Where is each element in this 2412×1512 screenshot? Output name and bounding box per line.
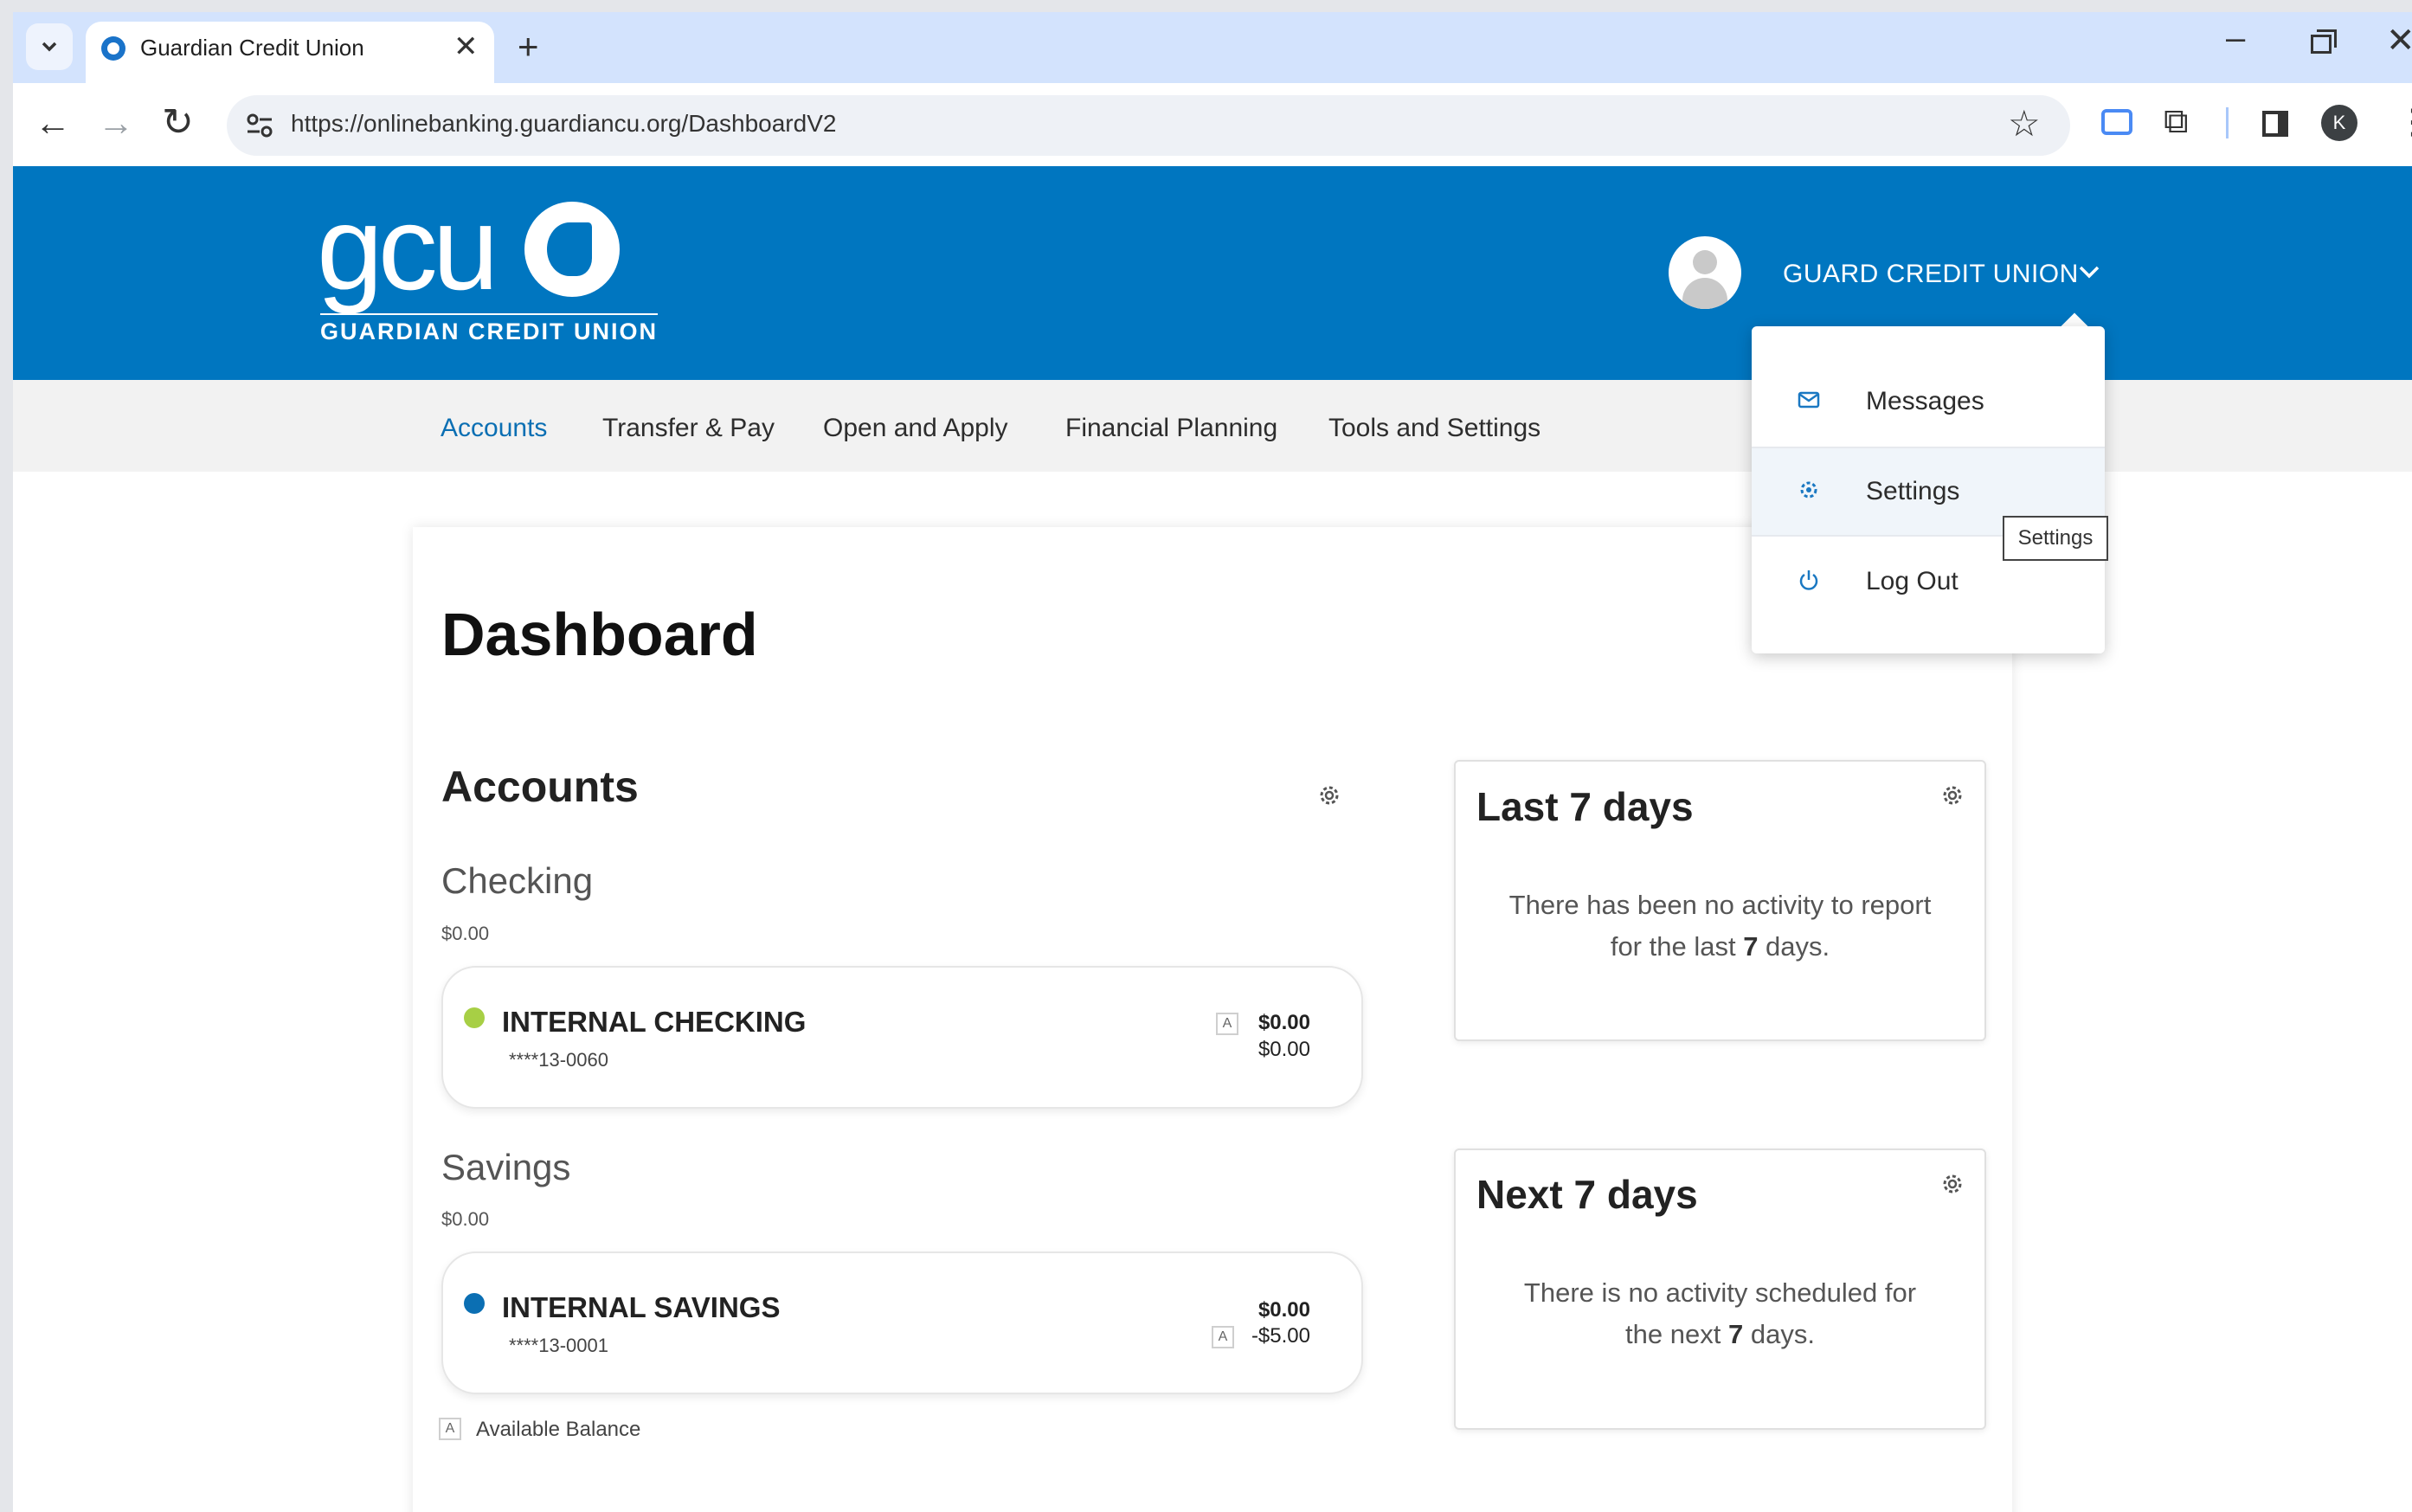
account-number: ****13-0060 xyxy=(509,1049,608,1071)
account-number: ****13-0001 xyxy=(509,1335,608,1356)
message-number: 7 xyxy=(1743,931,1759,962)
kebab-menu-icon[interactable]: ⋮ xyxy=(2396,102,2412,142)
nav-transfer-pay[interactable]: Transfer & Pay xyxy=(602,414,775,443)
new-tab-plus-icon[interactable]: + xyxy=(518,26,539,68)
group-total-checking: $0.00 xyxy=(441,923,490,944)
group-total-savings: $0.00 xyxy=(441,1208,490,1230)
side-panel-icon[interactable] xyxy=(2262,111,2288,137)
account-balance: $0.00 xyxy=(1257,1298,1310,1322)
account-status-dot xyxy=(464,1007,485,1028)
nav-financial-planning[interactable]: Financial Planning xyxy=(1065,414,1277,443)
logo-wordmark[interactable]: gcu xyxy=(317,189,498,308)
account-name[interactable]: INTERNAL SAVINGS xyxy=(502,1291,780,1324)
nav-open-apply[interactable]: Open and Apply xyxy=(823,414,1008,443)
message-line: There has been no activity to report xyxy=(1508,890,1932,920)
legend-badge: A xyxy=(439,1418,461,1440)
extension-icon[interactable] xyxy=(2101,109,2132,135)
nav-tools-settings[interactable]: Tools and Settings xyxy=(1328,414,1540,443)
url-text[interactable]: https://onlinebanking.guardiancu.org/Das… xyxy=(291,110,836,138)
page-title: Dashboard xyxy=(441,601,758,668)
last-7-days-title: Last 7 days xyxy=(1476,784,1694,829)
back-arrow-icon[interactable]: ← xyxy=(35,102,71,144)
gear-icon[interactable] xyxy=(1939,782,1966,809)
site-settings-tune-icon[interactable] xyxy=(242,108,277,143)
next-7-days-message: There is no activity scheduled for the n… xyxy=(1471,1272,1969,1355)
message-line: for the last 7 days. xyxy=(1471,926,1969,968)
message-text: days. xyxy=(1758,931,1830,962)
message-text: days. xyxy=(1743,1319,1815,1350)
message-line: the next 7 days. xyxy=(1471,1314,1969,1355)
window-minimize-icon[interactable]: – xyxy=(2226,19,2245,58)
menu-label: Log Out xyxy=(1866,567,1959,595)
user-name[interactable]: GUARD CREDIT UNION xyxy=(1783,260,2079,289)
tab-close-icon[interactable]: ✕ xyxy=(453,29,479,64)
forward-arrow-icon[interactable]: → xyxy=(98,102,134,144)
chevron-down-icon[interactable] xyxy=(2075,258,2103,286)
menu-label: Settings xyxy=(1866,477,1960,505)
account-available-balance: -$5.00 xyxy=(1251,1324,1310,1348)
power-icon xyxy=(1799,570,1818,590)
reload-icon[interactable]: ↻ xyxy=(162,100,194,145)
message-text: the next xyxy=(1625,1319,1728,1350)
bookmark-star-icon[interactable]: ☆ xyxy=(2008,102,2041,145)
window-restore-icon[interactable] xyxy=(2311,29,2337,54)
chevron-down-icon xyxy=(42,42,57,52)
group-title-checking: Checking xyxy=(441,860,594,901)
account-available-balance: $0.00 xyxy=(1257,1038,1310,1061)
eagle-logo-icon xyxy=(524,202,620,297)
account-status-dot xyxy=(464,1293,485,1314)
tab-title: Guardian Credit Union xyxy=(140,35,364,61)
gear-icon[interactable] xyxy=(1939,1170,1966,1198)
gear-icon xyxy=(1800,481,1817,499)
gcu-favicon-icon xyxy=(101,36,125,61)
next-7-days-title: Next 7 days xyxy=(1476,1172,1698,1217)
extensions-puzzle-icon[interactable]: ⧉ xyxy=(2164,102,2189,141)
toolbar-separator xyxy=(2226,107,2229,138)
window-close-icon[interactable]: ✕ xyxy=(2386,21,2412,61)
legend-text: Available Balance xyxy=(476,1418,641,1441)
nav-accounts[interactable]: Accounts xyxy=(441,414,547,443)
tab-search-button[interactable] xyxy=(26,23,73,70)
group-title-savings: Savings xyxy=(441,1147,571,1187)
user-avatar[interactable] xyxy=(1669,236,1741,309)
message-number: 7 xyxy=(1727,1319,1744,1350)
message-line: There is no activity scheduled for xyxy=(1523,1277,1917,1308)
account-name[interactable]: INTERNAL CHECKING xyxy=(502,1006,806,1039)
gear-icon[interactable] xyxy=(1315,782,1343,809)
account-balance: $0.00 xyxy=(1257,1011,1310,1034)
settings-tooltip: Settings xyxy=(2003,516,2108,561)
logo-subtitle: GUARDIAN CREDIT UNION xyxy=(320,313,658,345)
profile-avatar[interactable]: K xyxy=(2321,105,2357,141)
envelope-icon xyxy=(1798,391,1820,409)
message-text: for the last xyxy=(1610,931,1744,962)
menu-label: Messages xyxy=(1866,387,1984,415)
accounts-heading: Accounts xyxy=(441,762,639,811)
last-7-days-message: There has been no activity to report for… xyxy=(1471,885,1969,968)
